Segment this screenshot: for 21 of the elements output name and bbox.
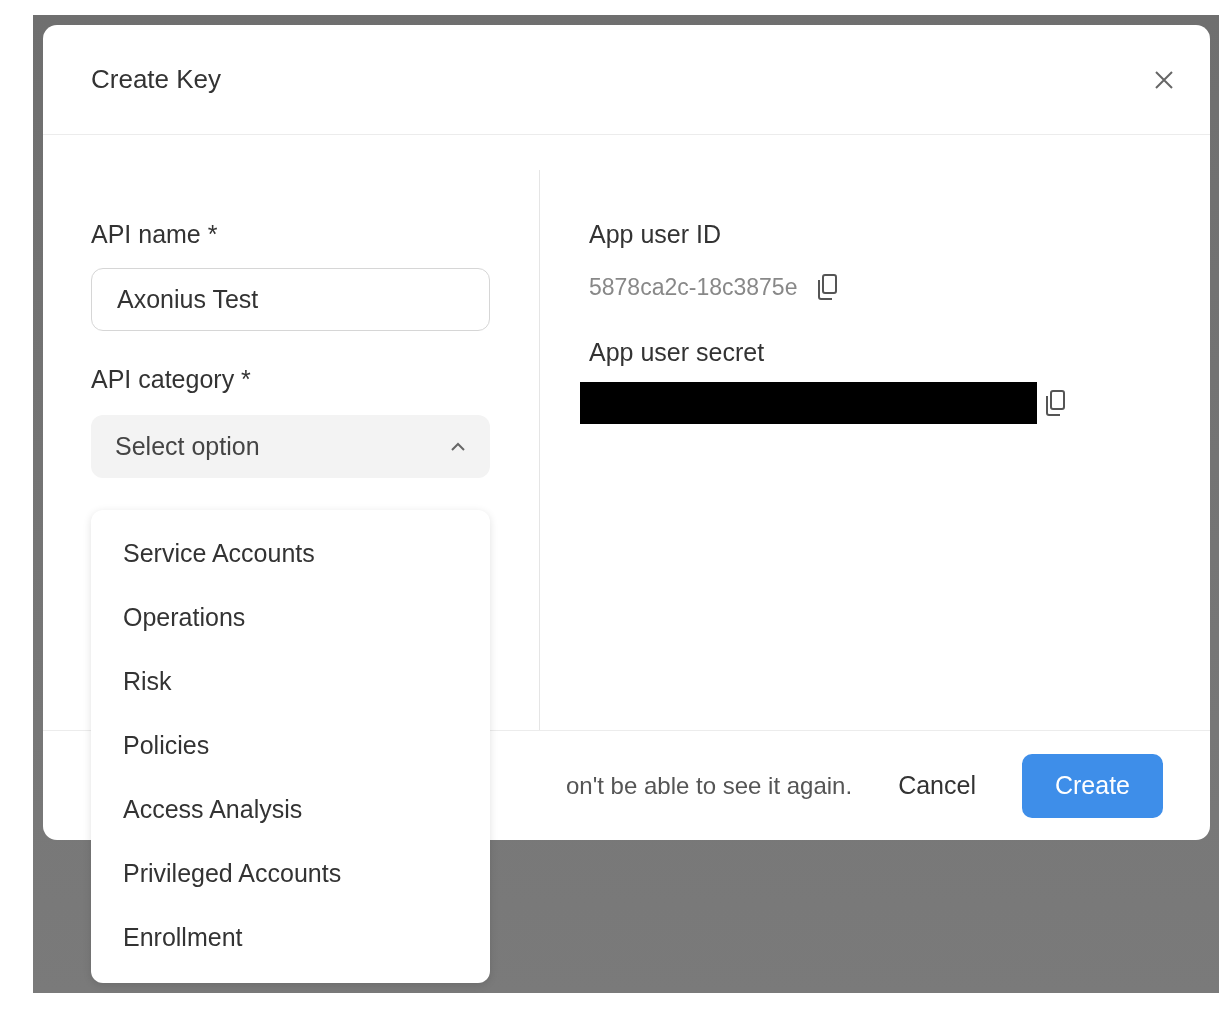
field-label: API category *	[91, 363, 252, 395]
dropdown-option[interactable]: Access Analysis	[91, 778, 490, 842]
cancel-button[interactable]: Cancel	[880, 753, 994, 818]
field-label: API name *	[91, 219, 219, 250]
dropdown-option[interactable]: Service Accounts	[91, 522, 490, 586]
dropdown-option[interactable]: Policies	[91, 714, 490, 778]
dialog-title: Create Key	[91, 63, 222, 96]
category-select[interactable]: Select option	[91, 415, 490, 478]
copy-icon[interactable]	[815, 272, 840, 301]
chevron-icon	[450, 441, 466, 452]
warning-text: on't be able to see it again.	[566, 770, 853, 801]
copy-icon[interactable]	[1043, 388, 1067, 417]
dropdown-option[interactable]: Risk	[91, 650, 490, 714]
dropdown-option[interactable]: Operations	[91, 586, 490, 650]
field-label: App user ID	[589, 219, 722, 250]
dropdown-option[interactable]: Privileged Accounts	[91, 842, 490, 906]
dropdown-option[interactable]: Enrollment	[91, 906, 490, 970]
api-name-field[interactable]: Axonius Test	[91, 267, 490, 331]
field-label: App user secret	[589, 337, 766, 368]
user-id-value: 5878ca2c-18c3875e	[589, 272, 798, 302]
close-icon[interactable]	[1154, 69, 1174, 90]
